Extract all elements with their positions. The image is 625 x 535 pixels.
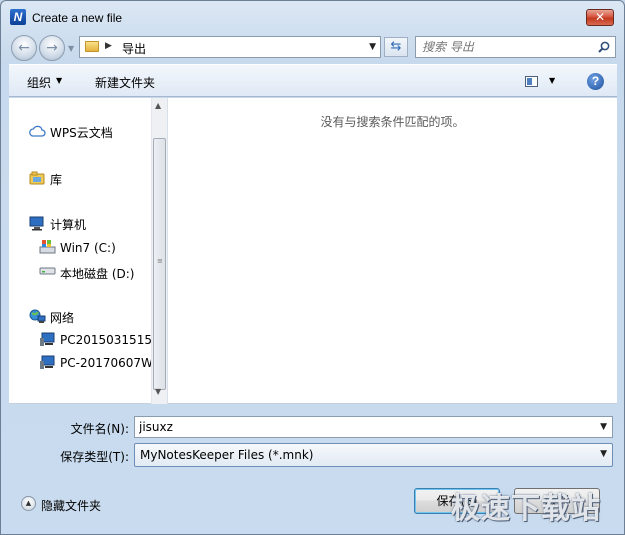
search-icon[interactable] — [598, 41, 610, 53]
filename-dropdown-icon[interactable]: ▼ — [600, 422, 607, 432]
empty-results-message: 没有与搜索条件匹配的项。 — [320, 115, 465, 129]
new-folder-button[interactable]: 新建文件夹 — [95, 74, 155, 91]
scroll-down-icon[interactable]: ▼ — [155, 387, 161, 396]
watermark: 极速下载站 — [451, 491, 602, 525]
file-type-value: MyNotesKeeper Files (*.mnk) — [140, 448, 314, 462]
sidebar-item-label: Win7 (C:) — [60, 241, 116, 255]
save-dialog: N Create a new file ✕ ← → ▼ ▶ 导出 ▼ ⇆ 组织 … — [0, 0, 625, 535]
network-computer-icon — [40, 355, 55, 369]
file-type-select[interactable]: MyNotesKeeper Files (*.mnk) ▼ — [134, 443, 613, 467]
scrollbar-thumb[interactable]: ≡ — [153, 138, 166, 390]
organize-button[interactable]: 组织 — [27, 74, 51, 91]
hide-folders-label: 隐藏文件夹 — [41, 499, 102, 513]
filename-field[interactable]: ▼ — [134, 416, 613, 438]
file-type-label: 保存类型(T): — [60, 450, 129, 464]
window-title: Create a new file — [32, 11, 123, 25]
collapse-icon: ▲ — [21, 496, 36, 511]
command-toolbar: 组织 ▼ 新建文件夹 ▼ ? — [9, 64, 617, 97]
sidebar-item-label: 本地磁盘 (D:) — [60, 267, 135, 281]
content-area: WPS云文档 库 计算机 Win7 (C:) 本地磁盘 (D:) 网络 PC20… — [9, 98, 617, 404]
drive-icon — [39, 267, 56, 275]
close-button[interactable]: ✕ — [586, 9, 614, 26]
scroll-up-icon[interactable]: ▲ — [155, 101, 161, 110]
app-icon: N — [10, 9, 26, 25]
system-drive-icon — [39, 240, 56, 254]
library-icon — [29, 171, 45, 185]
forward-button[interactable]: → — [39, 35, 65, 61]
search-box[interactable] — [415, 36, 616, 58]
search-input[interactable] — [422, 40, 592, 54]
grip-icon: ≡ — [157, 257, 163, 265]
navigation-pane: WPS云文档 库 计算机 Win7 (C:) 本地磁盘 (D:) 网络 PC20… — [9, 98, 151, 404]
sidebar-item-label: 库 — [50, 173, 63, 187]
cloud-icon — [29, 125, 46, 137]
view-chevron-down-icon[interactable]: ▼ — [549, 76, 555, 85]
breadcrumb-arrow-icon[interactable]: ▶ — [105, 41, 112, 51]
filename-input[interactable] — [139, 420, 579, 434]
sidebar-item-label: PC-20170607W — [60, 356, 151, 370]
organize-chevron-down-icon[interactable]: ▼ — [56, 76, 62, 85]
pane-divider[interactable] — [167, 98, 168, 404]
network-computer-icon — [40, 332, 55, 346]
refresh-button[interactable]: ⇆ — [384, 37, 408, 57]
navigation-scrollbar[interactable]: ▲ ≡ ▼ — [151, 98, 167, 404]
computer-icon — [29, 216, 44, 231]
address-bar[interactable]: ▶ 导出 ▼ — [79, 36, 381, 58]
network-icon — [29, 309, 46, 323]
title-bar[interactable]: N Create a new file ✕ — [1, 1, 624, 31]
navigation-bar: ← → ▼ ▶ 导出 ▼ ⇆ — [1, 32, 624, 62]
folder-icon — [85, 41, 99, 52]
help-icon[interactable]: ? — [587, 73, 604, 90]
sidebar-item-label: 网络 — [50, 311, 75, 325]
breadcrumb-current[interactable]: 导出 — [122, 40, 146, 57]
filename-label: 文件名(N): — [70, 422, 129, 436]
address-dropdown-icon[interactable]: ▼ — [369, 42, 376, 52]
file-type-chevron-down-icon[interactable]: ▼ — [600, 449, 607, 459]
view-options-icon[interactable] — [525, 76, 538, 87]
recent-locations-chevron-icon[interactable]: ▼ — [68, 44, 74, 53]
sidebar-item-label: PC20150315153 — [60, 333, 151, 347]
sidebar-item-label: WPS云文档 — [50, 126, 113, 140]
sidebar-item-label: 计算机 — [50, 218, 87, 232]
back-button[interactable]: ← — [11, 35, 37, 61]
